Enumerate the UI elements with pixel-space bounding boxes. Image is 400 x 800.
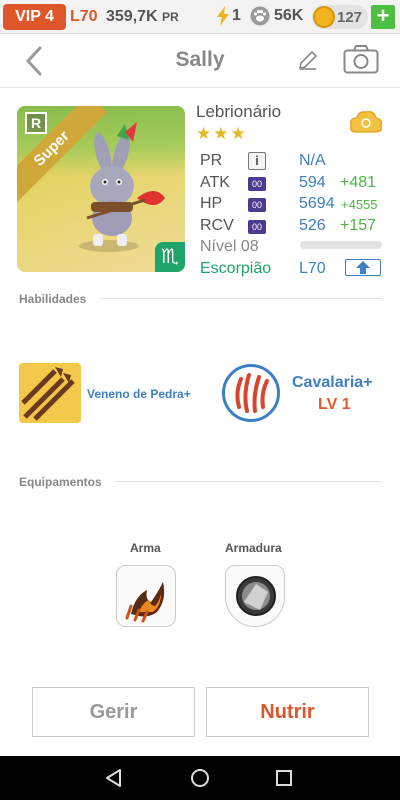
hp-label: HP	[200, 195, 223, 212]
page-title: Sally	[175, 48, 225, 71]
energy-value: 1	[232, 7, 241, 24]
atk-label: ATK	[200, 174, 230, 191]
ability-2-name[interactable]: Cavalaria+	[292, 374, 373, 392]
atk-value: 594	[299, 174, 326, 191]
coin-icon	[313, 6, 335, 28]
weapon-slot[interactable]	[116, 565, 176, 627]
info-icon[interactable]: i	[248, 152, 266, 170]
ability-1-name[interactable]: Veneno de Pedra+	[87, 387, 191, 401]
status-bar: VIP 4 L70 359,7K PR 1 56K 127 +	[0, 0, 400, 34]
power-value: 359,7K	[106, 8, 158, 25]
player-level: L70	[70, 8, 98, 25]
rcv-bonus: +157	[340, 217, 377, 234]
pr-label: PR	[200, 152, 223, 169]
vip-badge[interactable]: VIP 4	[3, 4, 66, 30]
feed-button[interactable]: Nutrir	[206, 687, 369, 737]
shield-armor-icon	[236, 576, 276, 616]
level-progress-bar	[300, 241, 382, 249]
hp-value: 5694	[299, 195, 335, 212]
manage-button[interactable]: Gerir	[32, 687, 195, 737]
monster-portrait[interactable]: R Super ♏	[17, 106, 185, 272]
up-arrow-icon	[356, 261, 370, 274]
scorpio-zodiac-icon: ♏	[155, 242, 185, 272]
weapon-label: Arma	[130, 541, 161, 555]
rarity-badge: R	[25, 112, 47, 134]
ability-2-level: LV 1	[318, 396, 351, 413]
level-label: Nível 08	[200, 238, 259, 255]
star-rating: ★★★	[196, 124, 248, 143]
stone-venom-ability-icon[interactable]	[19, 363, 81, 423]
claw-marks-icon	[235, 373, 269, 413]
nav-back-icon[interactable]	[104, 768, 124, 788]
gold-counter[interactable]: 127	[312, 5, 368, 29]
hp-chip: 00	[248, 198, 266, 212]
paw-icon	[250, 6, 270, 26]
rcv-chip: 00	[248, 220, 266, 234]
armor-label: Armadura	[225, 541, 282, 555]
energy-counter[interactable]: 1	[216, 6, 241, 26]
monster-name: Lebrionário	[196, 102, 282, 121]
armor-slot[interactable]	[225, 565, 285, 627]
evolve-button[interactable]	[345, 259, 381, 276]
system-nav-bar	[0, 756, 400, 800]
paw-currency[interactable]: 56K	[250, 6, 303, 26]
divider	[100, 298, 382, 299]
rcv-value: 526	[299, 217, 326, 234]
add-currency-button[interactable]: +	[371, 5, 395, 29]
equipment-section-title: Equipamentos	[19, 475, 102, 489]
cloud-icon[interactable]	[349, 108, 383, 136]
cavalry-ability-icon[interactable]	[222, 364, 280, 422]
power-rating: 359,7K PR	[106, 8, 179, 26]
level-cap: L70	[299, 260, 326, 277]
power-unit: PR	[162, 10, 179, 24]
pr-value: N/A	[299, 152, 326, 169]
element-label: Escorpião	[200, 260, 272, 277]
rcv-label: RCV	[200, 217, 234, 234]
atk-bonus: +481	[340, 174, 377, 191]
atk-chip: 00	[248, 177, 266, 191]
nav-home-icon[interactable]	[190, 768, 210, 788]
fire-claw-weapon-icon	[125, 582, 165, 623]
page-header: Sally	[0, 34, 400, 88]
lightning-icon	[217, 6, 229, 26]
camera-icon[interactable]	[343, 44, 379, 74]
abilities-section-title: Habilidades	[19, 292, 87, 306]
paw-value: 56K	[274, 7, 304, 24]
divider	[115, 481, 382, 482]
hp-bonus: +4555	[341, 197, 378, 212]
edit-pencil-icon[interactable]	[296, 48, 320, 72]
gold-value: 127	[337, 9, 363, 26]
nav-recent-apps-icon[interactable]	[275, 769, 293, 787]
crossed-arrows-icon	[19, 363, 81, 423]
